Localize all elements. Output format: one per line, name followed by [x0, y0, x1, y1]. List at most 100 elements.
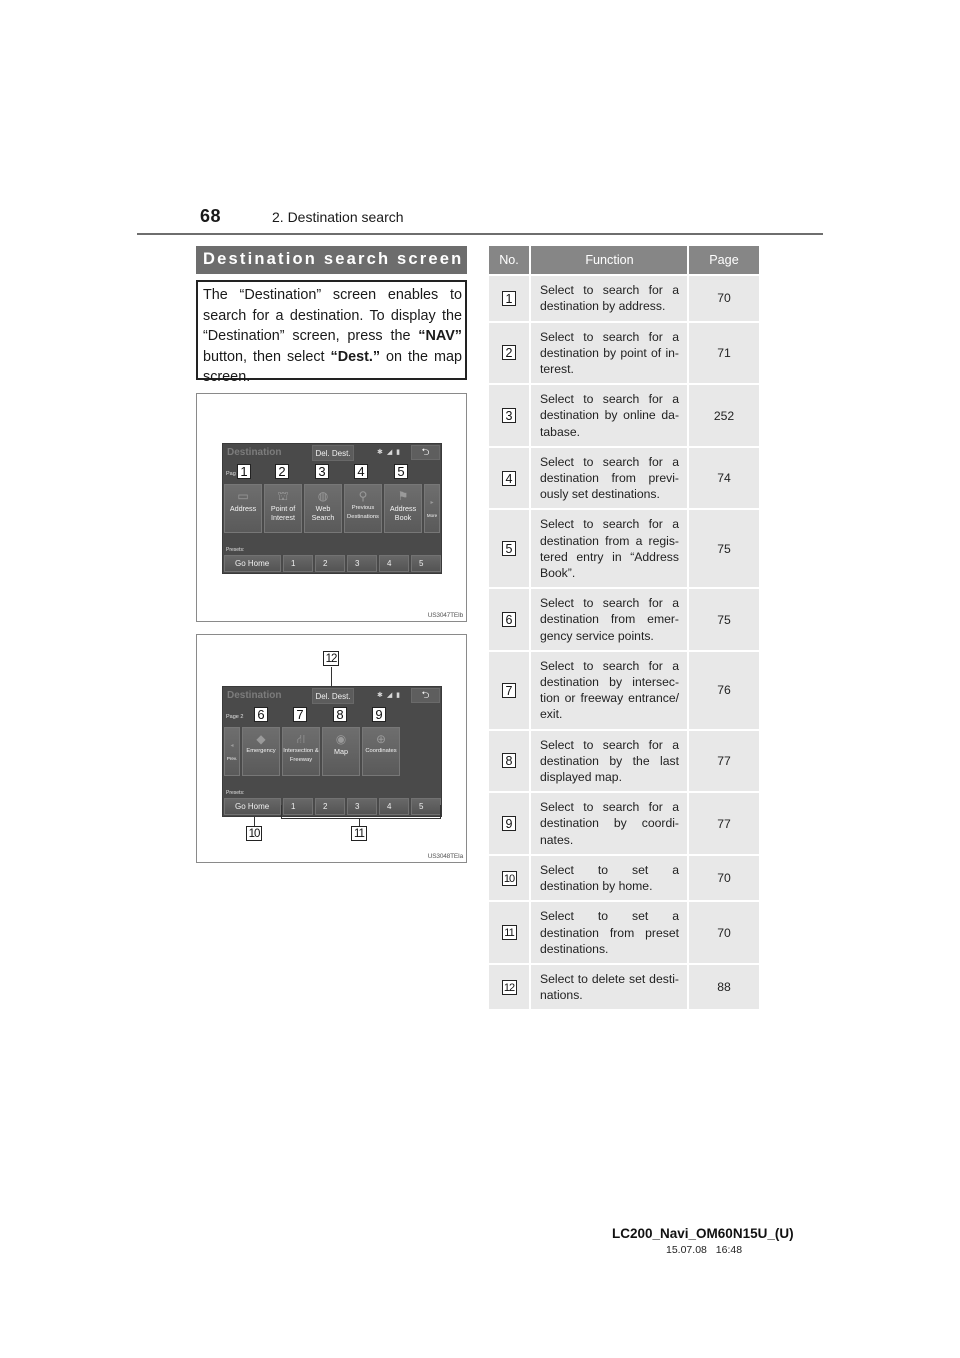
cell-page: 75: [688, 587, 759, 651]
cell-page: 70: [688, 900, 759, 964]
cell-no: 1: [489, 274, 531, 322]
tile-more: ▸ More: [424, 484, 440, 533]
table-row: 4 Select to search for a destination from…: [489, 445, 759, 510]
page-label: Page 2: [226, 714, 244, 720]
tile-label: Intersection & Freeway: [283, 748, 319, 763]
status-icons: ✱ ◢ ▮: [377, 448, 401, 456]
cell-no: 3: [489, 383, 531, 447]
table-row: 2 Select to search for a destination by p…: [489, 320, 759, 385]
tile-prev: ◂ Prev.: [224, 727, 240, 776]
item-number-box: 9: [502, 816, 516, 832]
cell-page: 77: [688, 791, 759, 855]
section-heading: Destination search screen: [196, 246, 467, 274]
cell-function: Select to search for a destination by ad…: [530, 274, 689, 322]
battery-icon: ▮: [396, 692, 402, 699]
tile-row: ◂ Prev. ◆ Emergency ⛙ Intersection & Freewa…: [224, 727, 400, 776]
screen-title: Destination: [227, 690, 282, 701]
preset-5: 5: [411, 555, 441, 572]
table-row: 11 Select to set a destination from prese…: [489, 900, 759, 964]
table-header-row: No. Function Page: [489, 246, 759, 276]
back-arrow-icon: ⮌: [421, 447, 430, 458]
preset-go-home: Go Home: [224, 798, 281, 815]
tile-intersection-freeway: ⛙ Intersection & Freeway: [282, 727, 320, 776]
leader-line-11: [359, 818, 360, 826]
cell-no: 11: [489, 900, 531, 964]
compass-icon: ◉: [335, 732, 347, 746]
cell-function: Select to delete set desti-nations.: [530, 962, 689, 1010]
callout-8: 8: [333, 707, 347, 722]
dest-button-ref: “Dest.”: [330, 348, 381, 365]
item-number-box: 8: [502, 753, 516, 769]
presets-row: Go Home 1 2 3 4 5: [224, 555, 441, 572]
cell-page: 77: [688, 728, 759, 793]
destination-screen: Destination Del. Dest. ✱ ◢ ▮ ⮌ Page 2 ◂ P…: [222, 686, 442, 817]
arrow-right-icon: ▸: [430, 500, 434, 506]
nav-button-ref: “NAV”: [418, 328, 462, 344]
document-id: LC200_Navi_OM60N15U_(U): [612, 1226, 794, 1241]
leader-line-10: [254, 817, 255, 826]
callout-3: 3: [315, 464, 329, 479]
print-time: 16:48: [715, 1244, 743, 1256]
table-row: 9 Select to search for a destination by c…: [489, 791, 759, 855]
signal-icon: ◢: [386, 692, 394, 699]
del-dest-button: Del. Dest.: [312, 445, 354, 461]
tile-emergency: ◆ Emergency: [242, 727, 280, 776]
item-number-box: 2: [502, 345, 516, 361]
presets-label: Presets:: [226, 790, 245, 796]
table-row: 7 Select to search for a destination by i…: [489, 649, 759, 730]
presets-row: Go Home 1 2 3 4 5: [224, 798, 441, 815]
cell-no: 8: [489, 728, 531, 793]
cell-function: Select to set a destination from preset …: [530, 900, 689, 964]
back-arrow-icon: ⮌: [421, 690, 430, 701]
cell-no: 7: [489, 649, 531, 730]
preset-go-home: Go Home: [224, 555, 281, 572]
tile-map: ◉ Map: [322, 727, 360, 776]
page-number: 68: [200, 206, 222, 226]
table-row: 3 Select to search for a destination by o…: [489, 383, 759, 447]
item-number-box: 10: [501, 870, 517, 886]
section-title: 2. Destination search: [272, 209, 404, 225]
cell-no: 10: [489, 853, 531, 902]
cell-function: Select to search for a destination by in…: [530, 649, 689, 730]
destination-screen: Destination Del. Dest. ✱ ◢ ▮ ⮌ Pag ▭ Addr…: [222, 443, 442, 574]
print-timestamp: 15.07.08 16:48: [666, 1244, 742, 1256]
tile-previous-destinations: ⚲ Previous Destinations: [344, 484, 382, 533]
cell-function: Select to search for a destination by co…: [530, 791, 689, 855]
tile-label: Coordinates: [365, 748, 397, 754]
callout-12: 12: [323, 651, 339, 666]
tile-label: Prev.: [226, 756, 238, 761]
globe-grid-icon: ⊕: [375, 732, 387, 746]
print-date: 15.07.08: [666, 1244, 707, 1256]
page-label: Pag: [226, 471, 236, 477]
cell-no: 2: [489, 320, 531, 385]
bluetooth-icon: ✱: [377, 692, 384, 699]
callout-9: 9: [372, 707, 386, 722]
header-function: Function: [530, 246, 689, 276]
cell-function: Select to search for a destination by th…: [530, 728, 689, 793]
table-row: 8 Select to search for a destination by t…: [489, 728, 759, 793]
cell-function: Select to search for a destination from …: [530, 508, 689, 589]
status-icons: ✱ ◢ ▮: [377, 691, 401, 699]
tile-label: Address Book: [389, 504, 417, 522]
cell-no: 4: [489, 445, 531, 510]
tile-label: Point of Interest: [270, 504, 296, 522]
bracket-left-11: [281, 805, 282, 819]
back-button: ⮌: [411, 445, 440, 460]
header-rule: [137, 233, 823, 235]
function-table: No. Function Page 1 Select to search for …: [489, 246, 759, 1010]
preset-3: 3: [347, 555, 377, 572]
cell-page: 70: [688, 274, 759, 322]
battery-icon: ▮: [396, 449, 402, 456]
preset-1: 1: [283, 555, 313, 572]
history-pin-icon: ⚲: [358, 489, 368, 503]
item-number-box: 7: [502, 682, 516, 698]
callout-10: 10: [246, 826, 262, 841]
tile-address-book: ⚑ Address Book: [384, 484, 422, 533]
table-row: 1 Select to search for a destination by a…: [489, 274, 759, 322]
table-row: 5 Select to search for a destination from…: [489, 508, 759, 589]
cell-function: Select to search for a destination by po…: [530, 320, 689, 385]
tile-label: Map: [334, 747, 348, 756]
cell-no: 12: [489, 962, 531, 1010]
intro-box: The “Destination” screen enables to sear…: [196, 280, 467, 385]
bracket-line-11: [281, 818, 441, 819]
